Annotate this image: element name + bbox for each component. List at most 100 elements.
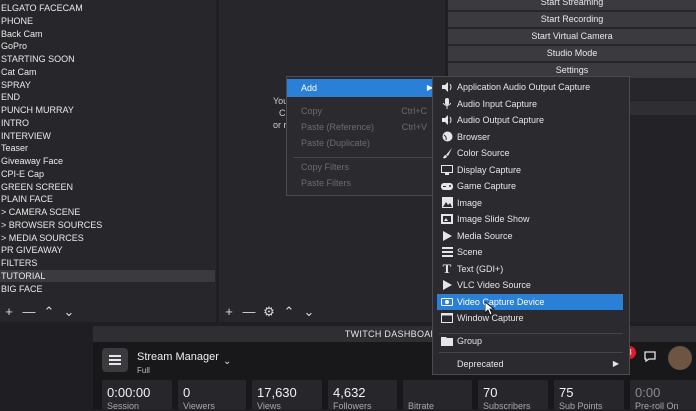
scene-item[interactable]: PLAIN FACE [0, 193, 215, 205]
source-properties-button[interactable]: ⚙ [262, 305, 276, 319]
stream-manager-title[interactable]: Stream Manager [137, 351, 219, 363]
menu-item-application-audio-output-capture[interactable]: Application Audio Output Capture [433, 79, 629, 95]
play-icon [441, 279, 453, 291]
scene-item[interactable]: > CAMERA SCENE [0, 206, 215, 218]
move-scene-down-button[interactable]: ⌄ [62, 305, 76, 319]
scene-item[interactable]: STARTING SOON [0, 53, 215, 65]
scene-item[interactable]: TUTORIAL [0, 269, 215, 282]
move-source-up-button[interactable]: ⌃ [282, 305, 296, 319]
menu-item-audio-input-capture[interactable]: Audio Input Capture [433, 96, 629, 112]
stat-views: 17,630 Views [252, 380, 322, 411]
start-recording-button[interactable]: Start Recording [448, 12, 696, 29]
stat-label: Subscribers [483, 401, 531, 411]
slideshow-icon [441, 213, 453, 225]
menu-item-media-source[interactable]: Media Source [433, 228, 629, 244]
menu-item-deprecated[interactable]: Deprecated ▶ [433, 356, 629, 372]
start-streaming-button[interactable]: Start Streaming [448, 0, 696, 12]
studio-mode-button[interactable]: Studio Mode [448, 46, 696, 63]
menu-item-paste-reference[interactable]: Paste (Reference) Ctrl+V [287, 119, 439, 135]
scene-item[interactable]: Teaser [0, 142, 215, 154]
menu-item-paste-duplicate[interactable]: Paste (Duplicate) [287, 135, 439, 151]
stat-followers: 4,632 Followers [328, 380, 397, 411]
move-scene-up-button[interactable]: ⌃ [42, 305, 56, 319]
menu-item-group[interactable]: Group [433, 333, 629, 349]
start-virtual-camera-button[interactable]: Start Virtual Camera [448, 29, 696, 46]
menu-item-label: Game Capture [457, 181, 517, 191]
scene-item[interactable]: SPRAY [0, 79, 215, 91]
scene-item[interactable]: FILTERS [0, 257, 215, 269]
menu-item-label: Group [457, 336, 483, 346]
scene-item[interactable]: BIG FACE [0, 283, 215, 295]
scenes-panel: ELGATO FACECAM PHONE Back Cam GoPro STARTING… [0, 0, 216, 322]
menu-item-text-gdi[interactable]: T Text (GDI+) [433, 261, 629, 277]
menu-item-game-capture[interactable]: Game Capture [433, 178, 629, 194]
menu-shortcut: Ctrl+V [401, 122, 427, 132]
source-context-menu: Add ▶ Copy Ctrl+C Paste (Reference) Ctrl… [286, 76, 440, 196]
camera-icon [441, 296, 453, 308]
stat-label: Viewers [183, 401, 215, 411]
avatar[interactable] [668, 346, 692, 370]
chevron-down-icon[interactable]: ⌄ [223, 356, 231, 367]
menu-item-image-slide-show[interactable]: Image Slide Show [433, 211, 629, 227]
scene-item[interactable]: CPI-E Cap [0, 168, 215, 180]
scene-item[interactable]: PHONE [0, 15, 215, 27]
stat-value: 75 [559, 385, 574, 400]
scene-item[interactable]: > BROWSER SOURCES [0, 219, 215, 231]
stat-value: 17,630 [257, 385, 297, 400]
image-icon [441, 197, 453, 209]
scene-item[interactable]: > MEDIA SOURCES [0, 232, 215, 244]
speaker-icon [441, 81, 453, 93]
scene-item[interactable]: PUNCH MURRAY [0, 104, 215, 116]
menu-item-label: Browser [457, 131, 491, 142]
move-source-down-button[interactable]: ⌄ [302, 305, 316, 319]
menu-item-copy[interactable]: Copy Ctrl+C [287, 103, 439, 119]
stat-label: Followers [333, 401, 372, 411]
menu-item-video-capture-device[interactable]: Video Capture Device [437, 293, 623, 310]
mouse-cursor-icon [484, 301, 496, 319]
menu-item-copy-filters[interactable]: Copy Filters [287, 159, 439, 175]
menu-item-window-capture[interactable]: Window Capture [433, 310, 629, 326]
scene-item[interactable]: Cat Cam [0, 66, 215, 78]
add-scene-button[interactable]: + [2, 305, 16, 319]
scene-item[interactable]: GREEN SCREEN [0, 181, 215, 193]
stat-value: 0 [183, 385, 191, 400]
menu-item-label: Image [457, 197, 483, 208]
hamburger-menu-button[interactable] [102, 348, 128, 372]
scene-item[interactable]: ELGATO FACECAM [0, 2, 215, 14]
scene-item[interactable]: GoPro [0, 40, 215, 52]
menu-item-audio-output-capture[interactable]: Audio Output Capture [433, 112, 629, 128]
add-source-button[interactable]: + [222, 305, 236, 319]
menu-item-label: Image Slide Show [457, 214, 530, 224]
submenu-arrow-icon: ▶ [612, 359, 619, 368]
menu-item-image[interactable]: Image [433, 195, 629, 211]
stat-subscribers: 70 Subscribers [478, 380, 548, 411]
menu-item-add[interactable]: Add ▶ [287, 79, 439, 97]
remove-scene-button[interactable]: — [22, 305, 36, 319]
remove-source-button[interactable]: — [242, 305, 256, 319]
stream-manager-subtitle: Full [137, 366, 150, 375]
scenes-toolbar: + — ⌃ ⌄ [2, 303, 76, 321]
menu-item-paste-filters[interactable]: Paste Filters [287, 175, 439, 191]
scene-item[interactable]: END [0, 91, 215, 103]
stat-sub-points: 75 Sub Points [554, 380, 624, 411]
scene-item[interactable]: Back Cam [0, 28, 215, 40]
menu-item-color-source[interactable]: Color Source [433, 145, 629, 161]
speaker-icon [441, 114, 453, 126]
menu-item-vlc-video-source[interactable]: VLC Video Source [433, 277, 629, 293]
hamburger-icon [109, 355, 121, 365]
menu-item-scene[interactable]: Scene [433, 244, 629, 260]
scene-item[interactable]: Giveaway Face [0, 155, 215, 167]
menu-item-label: Copy [301, 106, 323, 116]
menu-item-display-capture[interactable]: Display Capture [433, 162, 629, 178]
menu-item-label: Paste (Reference) [301, 122, 375, 132]
play-icon [441, 230, 453, 242]
menu-item-label: Deprecated [457, 359, 504, 369]
menu-item-browser[interactable]: Browser [433, 129, 629, 145]
menu-item-label: Application Audio Output Capture [457, 82, 591, 92]
chat-icon[interactable] [644, 351, 656, 365]
stat-label: Bitrate [408, 401, 435, 411]
scene-item[interactable]: PR GIVEAWAY [0, 244, 215, 256]
scene-item[interactable]: INTRO [0, 117, 215, 129]
scene-item[interactable]: INTERVIEW [0, 130, 215, 142]
window-icon [441, 312, 453, 324]
